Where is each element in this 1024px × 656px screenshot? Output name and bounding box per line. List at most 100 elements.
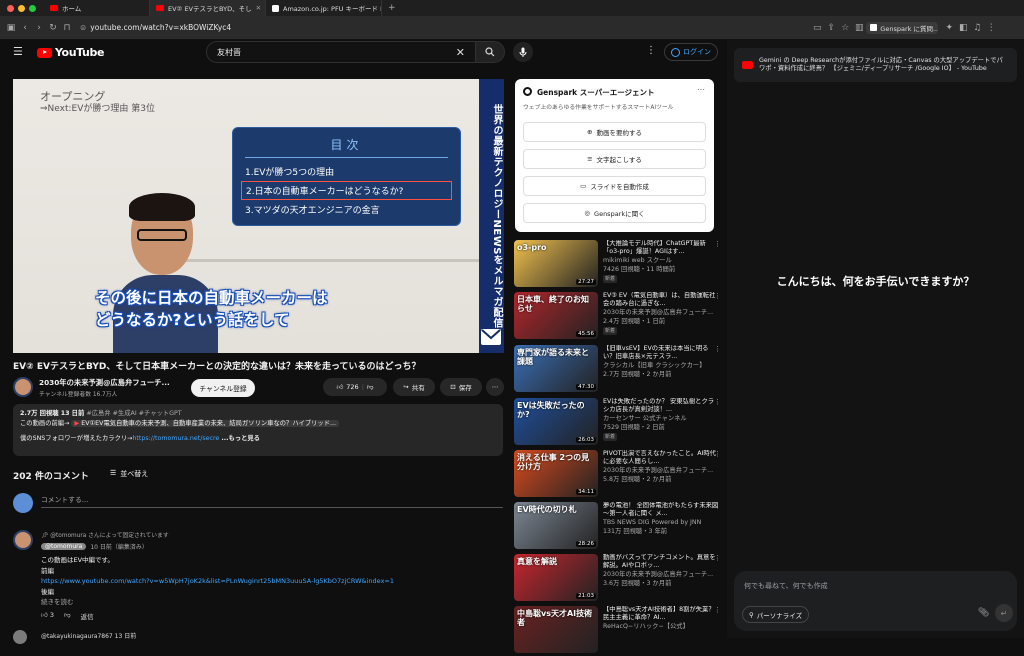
- like-button[interactable]: 👍︎ 726: [336, 383, 358, 391]
- cast-icon[interactable]: ▭: [810, 23, 824, 33]
- login-button[interactable]: ログイン: [664, 43, 718, 61]
- more-options-icon[interactable]: ⋮: [714, 240, 721, 248]
- video-title[interactable]: 夢の電池！ 全固体電池がもたらす未来図 ～第一人者に聞く メ...: [603, 502, 719, 518]
- more-options-icon[interactable]: ⋮: [714, 398, 721, 406]
- transcribe-button[interactable]: ≡ 文字起こしする: [523, 149, 706, 169]
- close-window-button[interactable]: [7, 4, 14, 12]
- subscribe-button[interactable]: チャンネル登録: [191, 379, 255, 397]
- new-tab-icon[interactable]: +: [382, 3, 402, 13]
- url-field[interactable]: youtube.com/watch?v=xkBOWiZKyc4: [90, 23, 810, 32]
- ask-genspark-button[interactable]: ◎ Gensparkに聞く: [523, 203, 706, 223]
- commenter-avatar[interactable]: [13, 530, 33, 550]
- channel-avatar[interactable]: [13, 377, 33, 397]
- video-description[interactable]: 2.7万 回視聴 13 日前 #広島弁 #生成AI #チャットGPT この動画の…: [13, 404, 503, 456]
- channel-name[interactable]: 2030年の未来予測@広島弁フューチ...: [39, 378, 187, 388]
- star-icon[interactable]: ☆: [838, 23, 852, 33]
- sidebar-icon[interactable]: ◧: [956, 23, 970, 33]
- gemini-input-box[interactable]: 何でも尋ねて、何でも作成 ⚲ パーソナライズ 📎︎ ↵: [734, 571, 1017, 631]
- comment-dislike-button[interactable]: 👎︎: [64, 611, 71, 621]
- split-view-icon[interactable]: ▥: [852, 23, 866, 33]
- share-page-icon[interactable]: ⇪: [824, 23, 838, 33]
- add-comment-input[interactable]: コメントする...: [41, 494, 503, 508]
- video-thumbnail[interactable]: 日本車、終了のお知らせ 45:56: [514, 292, 598, 339]
- video-thumbnail[interactable]: 専門家が語る未来と課題 47:30: [514, 345, 598, 392]
- recommended-video[interactable]: 消える仕事 2つの見分け方 34:11 PIVOT出演で言えなかったこと。AI時代に…: [514, 450, 721, 500]
- video-title[interactable]: 【中島聡vs天才AI技術者】8割が失業？民主主義に革命？AI...: [603, 606, 719, 622]
- recommended-video[interactable]: o3-pro 27:27 【大推論モデル時代】ChatGPT最新「o3-pro」爆誕…: [514, 240, 721, 290]
- video-channel[interactable]: カーセンサー 公式チャンネル: [603, 415, 719, 423]
- video-channel[interactable]: ReHacQ−リハック−【公式】: [603, 623, 719, 631]
- page-context-chip[interactable]: Gemini の Deep Researchが添付ファイルに対応・Canvas …: [734, 48, 1017, 82]
- search-button[interactable]: [475, 41, 505, 63]
- save-button[interactable]: ⊡ 保存: [440, 378, 482, 396]
- comment-author[interactable]: @takayukinagaura7867 13 日前: [41, 631, 136, 640]
- attach-icon[interactable]: 📎︎: [978, 608, 989, 618]
- video-channel[interactable]: 2030年の未来予測@広島弁フューチ...: [603, 467, 719, 475]
- recommended-video[interactable]: EV時代の切り札 28:26 夢の電池！ 全固体電池がもたらす未来図 ～第一人者に聞…: [514, 502, 721, 552]
- more-actions-button[interactable]: ⋯: [486, 378, 504, 396]
- extension-icon[interactable]: ✦: [942, 23, 956, 33]
- sidebar-toggle-icon[interactable]: ▣: [4, 23, 18, 33]
- maximize-window-button[interactable]: [29, 4, 36, 12]
- youtube-logo[interactable]: YouTube: [37, 46, 104, 59]
- video-thumbnail[interactable]: EV時代の切り札 28:26: [514, 502, 598, 549]
- comment-link[interactable]: https://www.youtube.com/watch?v=w5WpH7jo…: [41, 576, 501, 587]
- recommended-video[interactable]: 真意を解説 21:03 動画がバズってアンチコメント。真意を解説。AIやロボッ...…: [514, 554, 721, 604]
- video-thumbnail[interactable]: 真意を解説 21:03: [514, 554, 598, 601]
- hamburger-menu-icon[interactable]: ☰: [13, 45, 23, 58]
- video-title[interactable]: PIVOT出演で言えなかったこと。AI時代に必要な人間らし...: [603, 450, 719, 466]
- music-icon[interactable]: ♫: [970, 23, 984, 33]
- linked-video-chip[interactable]: ▶ EV①EV電気自動車の未来予測、自動車産業の未来、結局ガソリン車なの？ハイブ…: [71, 420, 340, 427]
- menu-icon[interactable]: ⋮: [984, 23, 998, 33]
- search-input[interactable]: 友村晋 ✕: [206, 41, 476, 63]
- recommended-video[interactable]: 日本車、終了のお知らせ 45:56 EV③ EV（電気自動車）は、自動運転社会の踏み…: [514, 292, 721, 342]
- recommended-video[interactable]: 専門家が語る未来と課題 47:30 【旧車vsEV】EVの未来は本当に明るい？旧車店…: [514, 345, 721, 395]
- genspark-tab[interactable]: Genspark に質問...: [866, 21, 939, 34]
- reload-icon[interactable]: ↻: [46, 23, 60, 33]
- more-options-icon[interactable]: ⋮: [714, 345, 721, 353]
- video-channel[interactable]: 2030年の未来予測@広島弁フューチ...: [603, 309, 719, 317]
- more-options-icon[interactable]: ⋮: [714, 606, 721, 614]
- video-thumbnail[interactable]: 中島聡vs天才AI技術者: [514, 606, 598, 653]
- gemini-input[interactable]: 何でも尋ねて、何でも作成: [744, 581, 828, 591]
- hashtags[interactable]: #広島弁 #生成AI #チャットGPT: [86, 410, 181, 417]
- more-options-icon[interactable]: ⋮: [646, 45, 656, 56]
- more-options-icon[interactable]: ⋮: [714, 554, 721, 562]
- more-options-icon[interactable]: ⋮: [714, 450, 721, 458]
- comment-author[interactable]: @tomomura: [41, 543, 87, 550]
- site-info-icon[interactable]: ⊜: [80, 23, 86, 32]
- sort-comments-button[interactable]: ☰ 並べ替え: [110, 469, 148, 479]
- tab-home[interactable]: ホーム: [44, 0, 150, 16]
- voice-search-button[interactable]: [513, 42, 533, 62]
- personalize-button[interactable]: ⚲ パーソナライズ: [742, 606, 810, 623]
- more-options-icon[interactable]: ⋮: [714, 502, 721, 510]
- video-title[interactable]: EV③ EV（電気自動車）は、自動運転社会の踏み台に過ぎな...: [603, 292, 719, 308]
- summarize-video-button[interactable]: ⊕ 動画を要約する: [523, 122, 706, 142]
- close-tab-icon[interactable]: ✕: [256, 4, 261, 12]
- description-link[interactable]: https://tomomura.net/secre: [132, 435, 219, 442]
- tab-amazon[interactable]: Amazon.co.jp: PFU キーボード HHK: [266, 0, 382, 16]
- video-channel[interactable]: mikimiki web スクール: [603, 257, 719, 265]
- commenter-avatar[interactable]: [13, 630, 27, 644]
- video-title[interactable]: 【旧車vsEV】EVの未来は本当に明るい？旧車店長×元テスラ...: [603, 345, 719, 361]
- video-thumbnail[interactable]: o3-pro 27:27: [514, 240, 598, 287]
- forward-icon[interactable]: ›: [32, 23, 46, 33]
- show-more-link[interactable]: ...もっと見る: [221, 435, 260, 442]
- clear-search-icon[interactable]: ✕: [456, 46, 465, 59]
- minimize-window-button[interactable]: [18, 4, 25, 12]
- recommended-video[interactable]: EVは失敗だったのか? 26:03 EVは失敗だったのか？ 安東弘樹とクラシカ店長が…: [514, 398, 721, 448]
- create-slides-button[interactable]: ▭ スライドを自動作成: [523, 176, 706, 196]
- more-options-icon[interactable]: ⋮: [714, 292, 721, 300]
- video-thumbnail[interactable]: 消える仕事 2つの見分け方 34:11: [514, 450, 598, 497]
- read-more-link[interactable]: 続きを読む: [41, 597, 501, 608]
- genspark-more-icon[interactable]: ⋯: [697, 85, 705, 94]
- dislike-button[interactable]: 👎︎: [367, 383, 374, 391]
- send-button[interactable]: ↵: [995, 604, 1013, 622]
- recommended-video[interactable]: 中島聡vs天才AI技術者 【中島聡vs天才AI技術者】8割が失業？民主主義に革命？…: [514, 606, 721, 656]
- video-channel[interactable]: TBS NEWS DIG Powered by JNN: [603, 519, 719, 527]
- share-button[interactable]: ↪ 共有: [393, 378, 435, 396]
- video-channel[interactable]: 2030年の未来予測@広島弁フューチ...: [603, 571, 719, 579]
- comment-like-button[interactable]: 👍︎ 3: [41, 611, 54, 621]
- bookmark-icon[interactable]: ⊓: [60, 23, 74, 33]
- video-player[interactable]: オープニング ⇒Next:EVが勝つ理由 第3位 目次 1.EVが勝つ5つの理由…: [13, 79, 504, 353]
